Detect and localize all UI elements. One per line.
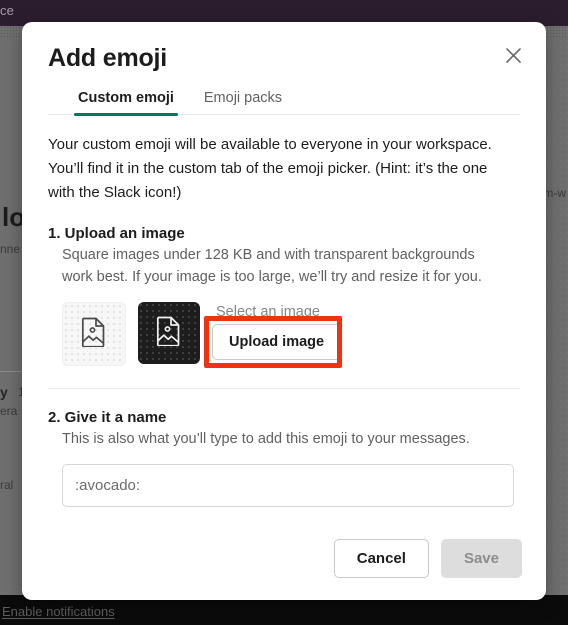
step1-description: Square images under 128 KB and with tran…: [62, 247, 482, 285]
upload-row: Select an image Upload image: [48, 302, 520, 368]
emoji-name-input[interactable]: [62, 464, 514, 507]
top-bar-text: ce: [0, 3, 14, 18]
step-upload-image: 1. Upload an image Square images under 1…: [48, 225, 520, 368]
close-button[interactable]: [498, 40, 528, 70]
backdrop-fragment: era: [0, 404, 18, 418]
save-button[interactable]: Save: [440, 539, 522, 578]
intro-text: Your custom emoji will be available to e…: [48, 136, 492, 201]
image-file-icon: [81, 317, 107, 352]
dialog-footer: Cancel Save: [333, 539, 522, 578]
step1-title: 1. Upload an image: [48, 225, 185, 242]
preview-tile-dark: [138, 302, 200, 364]
add-emoji-dialog: Add emoji Custom emoji Emoji packs Your …: [22, 22, 546, 600]
image-file-icon: [156, 316, 182, 351]
close-icon: [505, 47, 522, 64]
select-image-block: Select an image Upload image: [204, 302, 342, 368]
backdrop-fragment: m-w: [543, 186, 566, 200]
step2-description: This is also what you’ll type to add thi…: [62, 431, 470, 447]
step-give-name: 2. Give it a name This is also what you’…: [48, 409, 520, 507]
tab-custom-emoji[interactable]: Custom emoji: [74, 90, 178, 116]
enable-notifications-link[interactable]: Enable notifications: [2, 604, 115, 619]
select-image-label: Select an image: [216, 304, 320, 320]
dialog-header: Add emoji Custom emoji Emoji packs: [22, 22, 546, 116]
upload-image-button[interactable]: Upload image: [212, 324, 342, 360]
tab-emoji-packs[interactable]: Emoji packs: [200, 90, 286, 115]
backdrop-fragment: ral: [0, 478, 14, 492]
cancel-button[interactable]: Cancel: [333, 539, 429, 578]
dialog-body: Your custom emoji will be available to e…: [22, 115, 546, 507]
dialog-title: Add emoji: [48, 44, 168, 72]
section-divider: [48, 388, 520, 389]
preview-tile-light: [62, 302, 126, 366]
step2-title: 2. Give it a name: [48, 409, 167, 426]
backdrop-fragment: nne: [0, 242, 21, 256]
backdrop-fragment: y: [0, 384, 8, 400]
dialog-tabs: Custom emoji Emoji packs: [48, 90, 520, 116]
